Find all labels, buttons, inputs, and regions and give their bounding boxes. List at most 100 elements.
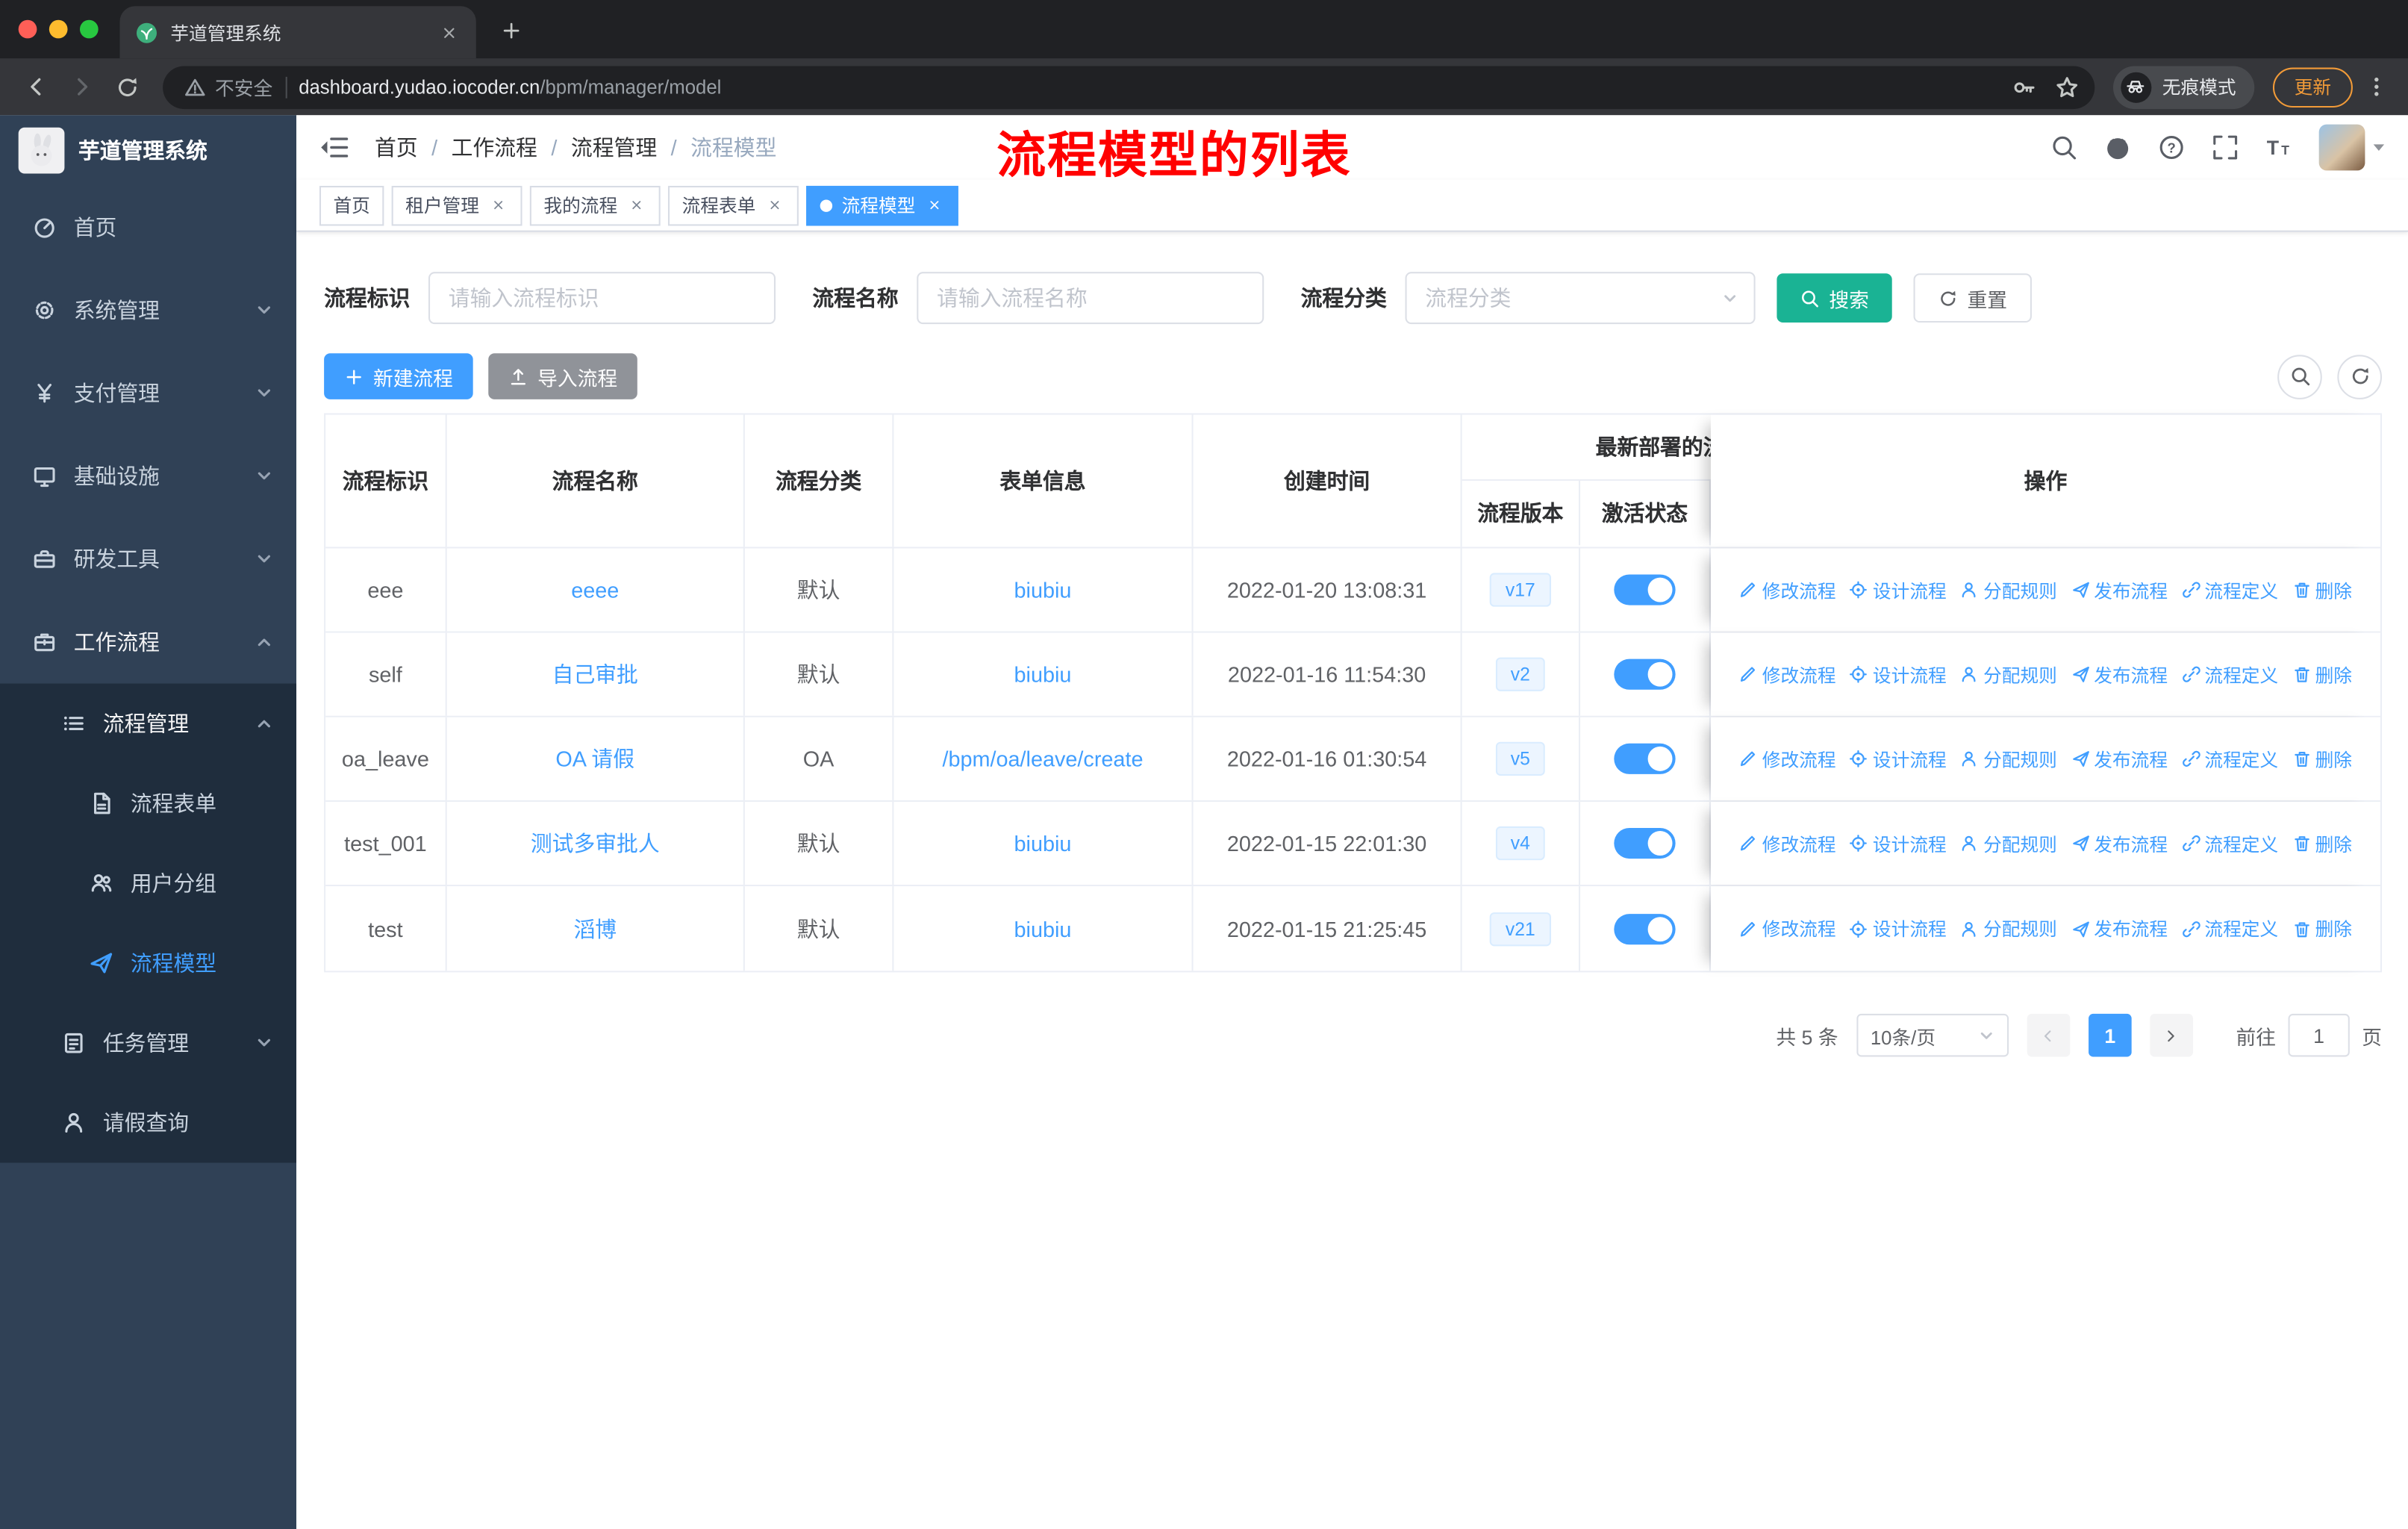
sidebar-item-leave-query[interactable]: 请假查询 bbox=[0, 1083, 296, 1162]
active-toggle[interactable] bbox=[1614, 658, 1676, 690]
close-window-button[interactable] bbox=[18, 19, 37, 39]
toggle-search-button[interactable] bbox=[2277, 354, 2322, 399]
maximize-window-button[interactable] bbox=[79, 19, 99, 39]
version-tag[interactable]: v21 bbox=[1490, 912, 1551, 946]
active-toggle[interactable] bbox=[1614, 574, 1676, 605]
process-name-link[interactable]: 自己审批 bbox=[552, 659, 638, 690]
close-icon[interactable] bbox=[925, 195, 945, 215]
action-publish-process[interactable]: 发布流程 bbox=[2071, 661, 2168, 688]
action-assign-rule[interactable]: 分配规则 bbox=[1960, 661, 2057, 688]
breadcrumb-workflow[interactable]: 工作流程 bbox=[452, 132, 537, 163]
user-menu[interactable] bbox=[2318, 124, 2385, 171]
close-icon[interactable] bbox=[488, 195, 508, 215]
sidebar-item-home[interactable]: 首页 bbox=[0, 186, 296, 269]
reset-button[interactable]: 重置 bbox=[1913, 273, 2033, 323]
process-name-link[interactable]: OA 请假 bbox=[555, 744, 634, 774]
sidebar-item-user-group[interactable]: 用户分组 bbox=[0, 844, 296, 924]
back-icon[interactable] bbox=[16, 66, 55, 106]
form-info-link[interactable]: /bpm/oa/leave/create bbox=[942, 747, 1143, 771]
tag-tenant[interactable]: 租户管理 bbox=[391, 184, 523, 225]
breadcrumb-home[interactable]: 首页 bbox=[375, 132, 418, 163]
action-publish-process[interactable]: 发布流程 bbox=[2071, 915, 2168, 941]
font-size-icon[interactable]: TT bbox=[2265, 134, 2293, 161]
search-button[interactable]: 搜索 bbox=[1777, 273, 1892, 323]
close-icon[interactable] bbox=[765, 195, 785, 215]
process-name-link[interactable]: 滔博 bbox=[573, 913, 617, 944]
action-delete[interactable]: 删除 bbox=[2292, 661, 2352, 688]
help-icon[interactable]: ? bbox=[2158, 134, 2186, 161]
action-design-process[interactable]: 设计流程 bbox=[1850, 577, 1947, 603]
process-id-input[interactable] bbox=[428, 272, 776, 325]
category-select[interactable]: 流程分类 bbox=[1405, 272, 1756, 325]
action-assign-rule[interactable]: 分配规则 bbox=[1960, 830, 2057, 856]
sidebar-item-workflow[interactable]: 工作流程 bbox=[0, 600, 296, 683]
browser-menu-icon[interactable] bbox=[2359, 66, 2392, 106]
tab-close-icon[interactable] bbox=[436, 20, 461, 45]
sidebar-item-process-mgmt[interactable]: 流程管理 bbox=[0, 684, 296, 764]
action-process-definition[interactable]: 流程定义 bbox=[2182, 577, 2278, 603]
sidebar-item-devtools[interactable]: 研发工具 bbox=[0, 517, 296, 600]
action-assign-rule[interactable]: 分配规则 bbox=[1960, 746, 2057, 772]
active-toggle[interactable] bbox=[1614, 827, 1676, 859]
address-bar[interactable]: 不安全 dashboard.yudao.iocoder.cn/bpm/manag… bbox=[163, 65, 2095, 109]
sidebar-item-task-mgmt[interactable]: 任务管理 bbox=[0, 1003, 296, 1083]
action-publish-process[interactable]: 发布流程 bbox=[2071, 577, 2168, 603]
update-button[interactable]: 更新 bbox=[2272, 66, 2353, 107]
process-name-input[interactable] bbox=[917, 272, 1264, 325]
action-design-process[interactable]: 设计流程 bbox=[1850, 915, 1947, 941]
search-icon[interactable] bbox=[2050, 134, 2078, 161]
sidebar-item-infra[interactable]: 基础设施 bbox=[0, 435, 296, 517]
action-edit-process[interactable]: 修改流程 bbox=[1739, 746, 1836, 772]
action-design-process[interactable]: 设计流程 bbox=[1850, 830, 1947, 856]
action-delete[interactable]: 删除 bbox=[2292, 915, 2352, 941]
bookmark-star-icon[interactable] bbox=[2055, 75, 2080, 99]
action-delete[interactable]: 删除 bbox=[2292, 577, 2352, 603]
app-logo[interactable]: 芋道管理系统 bbox=[0, 115, 296, 186]
sidebar-item-payment[interactable]: 支付管理 bbox=[0, 352, 296, 435]
form-info-link[interactable]: biubiu bbox=[1014, 831, 1072, 856]
tag-my-process[interactable]: 我的流程 bbox=[529, 184, 661, 225]
sidebar-item-process-model[interactable]: 流程模型 bbox=[0, 923, 296, 1003]
page-size-select[interactable]: 10条/页 bbox=[1856, 1013, 2009, 1057]
sidebar-fold-icon[interactable] bbox=[319, 132, 350, 163]
action-edit-process[interactable]: 修改流程 bbox=[1739, 577, 1836, 603]
action-delete[interactable]: 删除 bbox=[2292, 746, 2352, 772]
form-info-link[interactable]: biubiu bbox=[1014, 916, 1072, 941]
process-name-link[interactable]: 测试多审批人 bbox=[531, 828, 660, 859]
breadcrumb-process-mgmt[interactable]: 流程管理 bbox=[571, 132, 657, 163]
form-info-link[interactable]: biubiu bbox=[1014, 662, 1072, 687]
version-tag[interactable]: v4 bbox=[1495, 826, 1546, 861]
key-icon[interactable] bbox=[2012, 75, 2036, 99]
action-design-process[interactable]: 设计流程 bbox=[1850, 661, 1947, 688]
action-publish-process[interactable]: 发布流程 bbox=[2071, 746, 2168, 772]
browser-tab[interactable]: 芋道管理系统 bbox=[119, 6, 476, 59]
form-info-link[interactable]: biubiu bbox=[1014, 578, 1072, 602]
sidebar-item-process-form[interactable]: 流程表单 bbox=[0, 764, 296, 844]
version-tag[interactable]: v2 bbox=[1495, 657, 1546, 691]
github-icon[interactable] bbox=[2104, 134, 2132, 161]
process-name-link[interactable]: eeee bbox=[571, 578, 619, 602]
action-design-process[interactable]: 设计流程 bbox=[1850, 746, 1947, 772]
prev-page-button[interactable] bbox=[2027, 1013, 2071, 1057]
action-process-definition[interactable]: 流程定义 bbox=[2182, 915, 2278, 941]
action-edit-process[interactable]: 修改流程 bbox=[1739, 830, 1836, 856]
import-process-button[interactable]: 导入流程 bbox=[488, 353, 637, 399]
action-assign-rule[interactable]: 分配规则 bbox=[1960, 915, 2057, 941]
version-tag[interactable]: v17 bbox=[1490, 573, 1551, 607]
tag-process-model[interactable]: 流程模型 bbox=[806, 184, 958, 225]
close-icon[interactable] bbox=[627, 195, 647, 215]
tag-process-form[interactable]: 流程表单 bbox=[668, 184, 799, 225]
action-delete[interactable]: 删除 bbox=[2292, 830, 2352, 856]
page-number-button[interactable]: 1 bbox=[2088, 1013, 2132, 1057]
minimize-window-button[interactable] bbox=[49, 19, 68, 39]
active-toggle[interactable] bbox=[1614, 743, 1676, 774]
active-toggle[interactable] bbox=[1614, 913, 1676, 944]
goto-page-input[interactable] bbox=[2288, 1013, 2350, 1057]
forward-icon[interactable] bbox=[61, 66, 101, 106]
action-publish-process[interactable]: 发布流程 bbox=[2071, 830, 2168, 856]
new-tab-button[interactable] bbox=[491, 10, 531, 50]
next-page-button[interactable] bbox=[2150, 1013, 2193, 1057]
create-process-button[interactable]: 新建流程 bbox=[324, 353, 473, 399]
tag-home[interactable]: 首页 bbox=[319, 184, 384, 225]
security-indicator[interactable]: 不安全 bbox=[184, 72, 272, 102]
